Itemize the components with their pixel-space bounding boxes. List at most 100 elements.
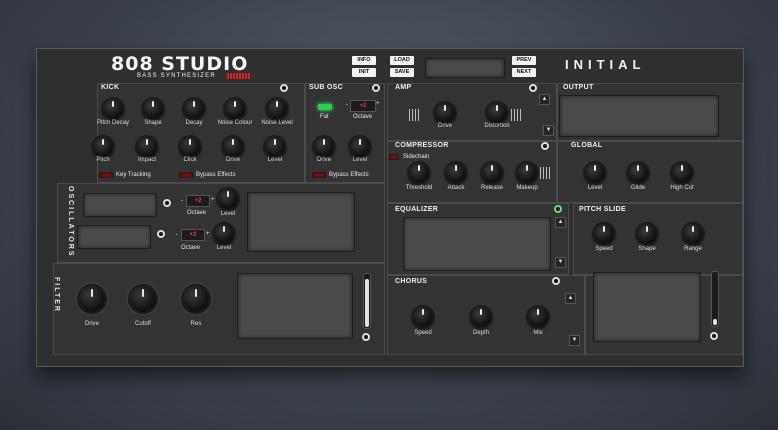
eq-scroll-down-icon[interactable]: ▼ [555, 257, 566, 268]
pitch-decay-knob[interactable] [103, 99, 123, 119]
click-knob[interactable] [180, 137, 200, 157]
sub-octave-label: Octave [353, 114, 373, 120]
res-label: Res [190, 321, 202, 327]
output-title: OUTPUT [563, 84, 594, 91]
osc2-level-knob[interactable] [214, 224, 234, 244]
level-knob[interactable] [265, 137, 285, 157]
sub-octave-plus-icon[interactable]: + [376, 101, 380, 107]
synth-device: 808 STUDIO BASS SYNTHESIZER INFO LOAD IN… [36, 48, 744, 367]
amp-power-icon[interactable] [529, 84, 537, 92]
distortion-knob[interactable] [487, 103, 507, 123]
key-tracking-label: Key Tracking [116, 172, 151, 178]
glide-knob[interactable] [628, 163, 648, 183]
compressor-power-icon[interactable] [541, 142, 549, 150]
sub-osc-panel [305, 83, 385, 183]
res-knob[interactable] [183, 286, 209, 312]
chorus-scroll-up-icon[interactable]: ▲ [565, 293, 576, 304]
cutoff-label: Cutoff [135, 321, 151, 327]
osc2-wave-display [77, 225, 151, 249]
oscillators-side-label: OSCILLATORS [67, 186, 74, 258]
kick-bypass-label: Bypass Effects [196, 172, 236, 178]
chorus-mix-knob[interactable] [528, 307, 548, 327]
equalizer-power-icon[interactable] [554, 205, 562, 213]
sub-bypass-label: Bypass Effects [329, 172, 369, 178]
impact-knob[interactable] [137, 137, 157, 157]
amp-scroll-down-icon[interactable]: ▼ [543, 125, 554, 136]
chorus-title: CHORUS [395, 278, 428, 285]
chorus-scroll-down-icon[interactable]: ▼ [569, 335, 580, 346]
filter-power-icon[interactable] [362, 333, 370, 341]
key-tracking-led[interactable] [99, 172, 113, 178]
compressor-title: COMPRESSOR [395, 142, 449, 149]
filter-slider[interactable] [363, 273, 371, 329]
kick-bypass-led[interactable] [179, 172, 193, 178]
logo: 808 STUDIO BASS SYNTHESIZER [111, 53, 261, 83]
makeup-label: Makeup [516, 185, 538, 191]
kick-panel [97, 83, 305, 183]
osc1-power-icon[interactable] [163, 199, 171, 207]
filter-display [237, 273, 353, 339]
pitch-knob[interactable] [93, 137, 113, 157]
shape-knob[interactable] [143, 99, 163, 119]
drive-knob[interactable] [223, 137, 243, 157]
osc2-octave-plus-icon[interactable]: + [206, 231, 210, 237]
sub-level-label: Level [352, 157, 368, 163]
makeup-knob[interactable] [517, 163, 537, 183]
amp-drive-label: Drive [437, 123, 452, 129]
save-button[interactable]: SAVE [390, 68, 414, 77]
chorus-power-icon[interactable] [552, 277, 560, 285]
chorus-depth-knob[interactable] [471, 307, 491, 327]
oscillator-display [247, 192, 355, 252]
kick-title: KICK [101, 84, 120, 91]
logo-main: 808 STUDIO [111, 53, 249, 75]
info-button[interactable]: INFO [352, 56, 376, 65]
high-cut-knob[interactable] [672, 163, 692, 183]
slide-range-knob[interactable] [683, 224, 703, 244]
logo-stripes [227, 73, 251, 79]
preset-name: INITIAL [565, 57, 646, 72]
amp-scroll-up-icon[interactable]: ▲ [539, 94, 550, 105]
slide-speed-knob[interactable] [594, 224, 614, 244]
attack-knob[interactable] [446, 163, 466, 183]
osc1-octave-plus-icon[interactable]: + [211, 197, 215, 203]
osc1-octave-minus-icon[interactable]: - [181, 198, 183, 204]
scope-power-icon[interactable] [710, 332, 718, 340]
noise-level-label: Noise Level [261, 120, 293, 126]
chorus-depth-label: Depth [472, 330, 489, 336]
chorus-speed-knob[interactable] [413, 307, 433, 327]
next-button[interactable]: NEXT [512, 68, 536, 77]
osc1-wave-display [83, 193, 157, 217]
threshold-knob[interactable] [409, 163, 429, 183]
osc1-level-knob[interactable] [218, 189, 238, 209]
scope-slider[interactable] [711, 271, 719, 327]
osc2-octave-minus-icon[interactable]: - [176, 232, 178, 238]
fat-label: Fat [320, 114, 329, 120]
sub-osc-title: SUB OSC [309, 84, 343, 91]
slide-shape-knob[interactable] [637, 224, 657, 244]
sub-level-knob[interactable] [350, 137, 370, 157]
kick-power-icon[interactable] [280, 84, 288, 92]
fat-led[interactable] [318, 104, 332, 110]
sub-octave-minus-icon[interactable]: - [346, 102, 348, 108]
sub-bypass-led[interactable] [312, 172, 326, 178]
load-button[interactable]: LOAD [390, 56, 414, 65]
noise-colour-knob[interactable] [225, 99, 245, 119]
global-level-knob[interactable] [585, 163, 605, 183]
cutoff-knob[interactable] [130, 286, 156, 312]
sidechain-label: Sidechain [403, 154, 430, 160]
decay-knob[interactable] [184, 99, 204, 119]
prev-button[interactable]: PREV [512, 56, 536, 65]
filter-drive-knob[interactable] [79, 286, 105, 312]
sub-osc-power-icon[interactable] [372, 84, 380, 92]
release-knob[interactable] [482, 163, 502, 183]
sidechain-led[interactable] [389, 154, 399, 160]
high-cut-label: High Cut [670, 185, 694, 191]
sub-drive-knob[interactable] [314, 137, 334, 157]
osc2-power-icon[interactable] [157, 230, 165, 238]
noise-level-knob[interactable] [267, 99, 287, 119]
osc2-level-label: Level [216, 245, 232, 251]
init-button[interactable]: INIT [352, 68, 376, 77]
amp-drive-knob[interactable] [435, 103, 455, 123]
equalizer-display [403, 217, 551, 271]
eq-scroll-up-icon[interactable]: ▲ [555, 217, 566, 228]
